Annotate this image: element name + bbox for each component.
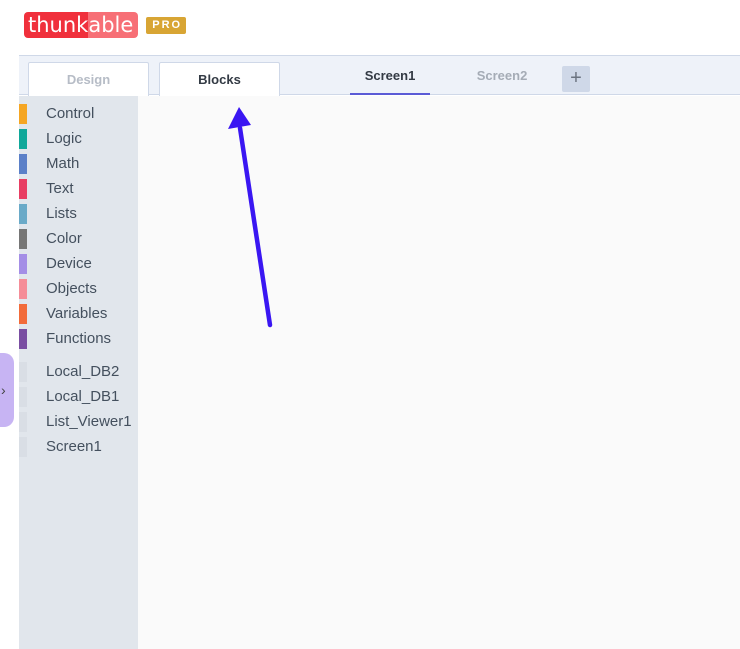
category-color-swatch [19, 437, 27, 457]
category-color-swatch [19, 304, 27, 324]
logo-text-b: able [88, 12, 139, 38]
block-category-item[interactable]: Text [19, 176, 138, 201]
category-label: Logic [46, 130, 82, 147]
logo-wordmark: thunk able [24, 12, 139, 38]
pro-badge: PRO [146, 16, 187, 34]
blocks-workspace[interactable] [138, 96, 740, 649]
editor-tab-bar: Design Blocks Screen1 Screen2 + [19, 55, 740, 96]
block-category-item[interactable]: Objects [19, 276, 138, 301]
category-color-swatch [19, 179, 27, 199]
category-label: Screen1 [46, 438, 102, 455]
category-color-swatch [19, 412, 27, 432]
tab-design[interactable]: Design [28, 62, 149, 96]
component-item[interactable]: Local_DB2 [19, 359, 138, 384]
component-item[interactable]: List_Viewer1 [19, 409, 138, 434]
category-label: List_Viewer1 [46, 413, 132, 430]
screen-tab-screen2[interactable]: Screen2 [462, 63, 542, 95]
category-color-swatch [19, 229, 27, 249]
block-category-item[interactable]: Control [19, 101, 138, 126]
category-color-swatch [19, 154, 27, 174]
block-category-item[interactable]: Device [19, 251, 138, 276]
category-label: Lists [46, 205, 77, 222]
block-category-list: Control Logic Math Text Lists Color Device Obje… [19, 96, 138, 459]
category-color-swatch [19, 279, 27, 299]
category-label: Text [46, 180, 74, 197]
block-category-item[interactable]: Functions [19, 326, 138, 351]
component-item[interactable]: Local_DB1 [19, 384, 138, 409]
block-category-item[interactable]: Lists [19, 201, 138, 226]
category-color-swatch [19, 362, 27, 382]
category-label: Local_DB1 [46, 388, 120, 405]
category-color-swatch [19, 104, 27, 124]
category-label: Variables [46, 305, 108, 322]
add-screen-button[interactable]: + [562, 66, 590, 92]
thunkable-logo[interactable]: thunk able PRO [24, 12, 187, 38]
category-label: Device [46, 255, 92, 272]
block-category-item[interactable]: Math [19, 151, 138, 176]
block-category-item[interactable]: Logic [19, 126, 138, 151]
sidebar-divider [19, 351, 138, 359]
logo-text-a: thunk [24, 12, 89, 38]
category-color-swatch [19, 387, 27, 407]
category-color-swatch [19, 204, 27, 224]
app-header: thunk able PRO [0, 0, 740, 55]
category-label: Local_DB2 [46, 363, 120, 380]
tab-blocks[interactable]: Blocks [159, 62, 280, 96]
category-color-swatch [19, 329, 27, 349]
category-color-swatch [19, 254, 27, 274]
category-label: Control [46, 105, 95, 122]
sidebar-collapse-handle[interactable]: › [0, 353, 14, 427]
screen-tab-screen1[interactable]: Screen1 [350, 63, 430, 95]
chevron-right-icon: › [1, 382, 6, 398]
category-color-swatch [19, 129, 27, 149]
category-label: Math [46, 155, 80, 172]
plus-icon: + [570, 67, 582, 89]
component-item[interactable]: Screen1 [19, 434, 138, 459]
category-label: Objects [46, 280, 97, 297]
blocks-sidebar: Control Logic Math Text Lists Color Device Obje… [19, 96, 138, 649]
category-label: Color [46, 230, 82, 247]
block-category-item[interactable]: Color [19, 226, 138, 251]
category-label: Functions [46, 330, 112, 347]
block-category-item[interactable]: Variables [19, 301, 138, 326]
